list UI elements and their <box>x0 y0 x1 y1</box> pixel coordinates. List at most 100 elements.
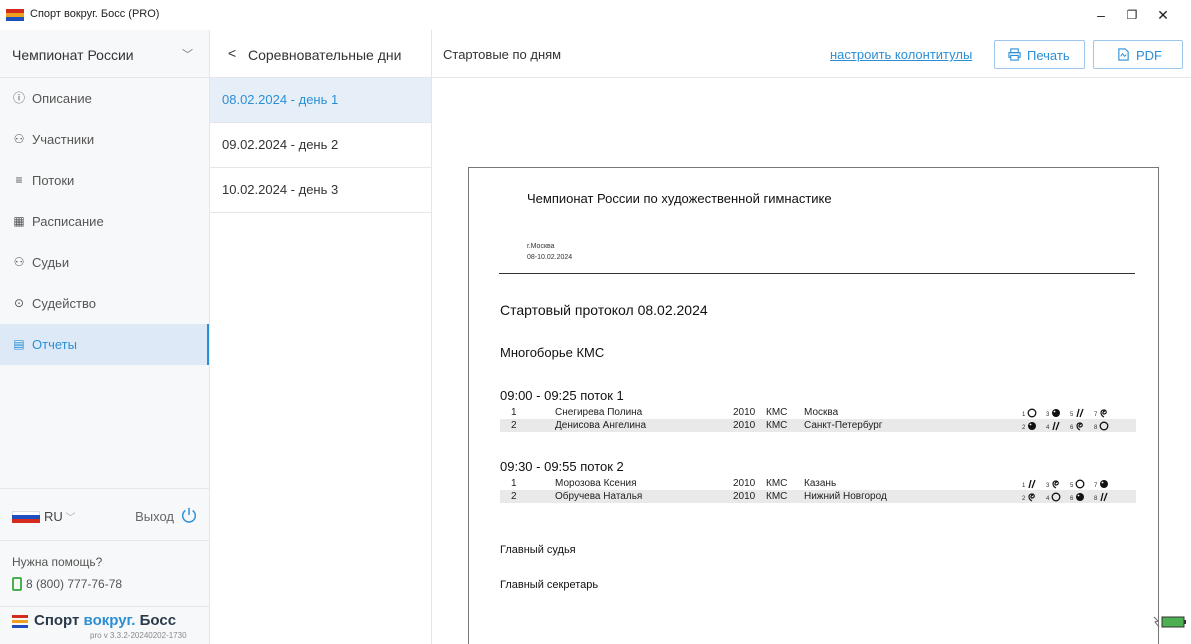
championship-label: Чемпионат России <box>12 47 134 63</box>
table-row: 2 Обручева Наталья 2010 КМС Нижний Новгород 2… <box>500 490 1136 503</box>
birth-year: 2010 <box>733 491 756 502</box>
sidebar-item[interactable]: ⊙ Судейство <box>0 283 209 324</box>
day-item[interactable]: 08.02.2024 - день 1 <box>210 78 431 123</box>
apparatus-number: 1 <box>1022 412 1026 418</box>
ball-icon <box>1028 422 1036 430</box>
ribbon-icon <box>1076 422 1083 431</box>
day-item[interactable]: 10.02.2024 - день 3 <box>210 168 431 213</box>
athlete-rank: КМС <box>766 491 788 502</box>
flow-title: 09:30 - 09:55 поток 2 <box>500 459 624 474</box>
page-title: Стартовые по дням <box>443 47 562 62</box>
language-label: RU <box>44 509 63 524</box>
row-number: 2 <box>511 491 517 502</box>
configure-headers-link[interactable]: настроить колонтитулы <box>830 47 972 62</box>
apparatus-cell: 4 <box>1046 492 1068 503</box>
document-dates: 08-10.02.2024 <box>527 254 573 261</box>
day-item[interactable]: 09.02.2024 - день 2 <box>210 123 431 168</box>
apparatus-number: 2 <box>1022 425 1026 431</box>
birth-year: 2010 <box>733 420 756 431</box>
minimize-button[interactable]: – <box>1086 4 1116 26</box>
apparatus-cell: 6 <box>1070 421 1092 432</box>
apparatus-number: 5 <box>1070 483 1074 489</box>
ribbon-icon <box>1028 493 1035 502</box>
help-phone[interactable]: 8 (800) 777-76-78 <box>26 577 122 591</box>
pdf-button[interactable]: PDF <box>1093 40 1183 69</box>
power-icon[interactable] <box>180 506 198 524</box>
list-icon: ≡ <box>15 173 23 187</box>
day-label: 09.02.2024 - день 2 <box>222 137 339 152</box>
russia-flag-icon <box>12 511 40 523</box>
pdf-file-icon <box>1118 48 1129 61</box>
sidebar-item[interactable]: ⚇ Судьи <box>0 242 209 283</box>
apparatus-cell: 8 <box>1094 492 1116 503</box>
window-title: Спорт вокруг. Босс (PRO) <box>30 8 160 20</box>
protocol-title: Стартовый протокол 08.02.2024 <box>500 302 708 318</box>
hoop-icon <box>1099 421 1109 431</box>
phone-icon <box>12 577 22 591</box>
athlete-city: Казань <box>804 478 837 489</box>
apparatus-cell: 7 <box>1094 408 1116 419</box>
info-icon: ⓘ <box>12 91 25 105</box>
apparatus-order: 1 3 5 7 <box>1022 478 1126 489</box>
apparatus-number: 3 <box>1046 412 1050 418</box>
sidebar-item[interactable]: ≡ Потоки <box>0 160 209 201</box>
sidebar-item-label: Судьи <box>32 255 70 270</box>
apparatus-cell: 4 <box>1046 421 1068 432</box>
sidebar-item-label: Потоки <box>32 173 75 188</box>
sidebar-item[interactable]: ⓘ Описание <box>0 78 209 119</box>
clubs-icon <box>1052 421 1060 431</box>
ribbon-icon <box>1052 480 1059 489</box>
sidebar-nav: ⓘ Описание ⚇ Участники ≡ Потоки ▦ Расписание ⚇ Су… <box>0 78 209 365</box>
judges-icon: ⚇ <box>13 255 25 269</box>
help-section: Нужна помощь? 8 (800) 777-76-78 <box>0 540 210 606</box>
apparatus-cell: 8 <box>1094 421 1116 432</box>
ball-icon <box>1052 409 1060 417</box>
day-label: 08.02.2024 - день 1 <box>222 92 339 107</box>
close-button[interactable]: ✕ <box>1148 4 1178 26</box>
apparatus-order: 1 3 5 7 <box>1022 407 1126 418</box>
app-logo-icon <box>6 9 24 21</box>
sidebar-item[interactable]: ▤ Отчеты <box>0 324 209 365</box>
athlete-city: Нижний Новгород <box>804 491 887 502</box>
athlete-name: Денисова Ангелина <box>555 420 647 431</box>
hoop-icon <box>1075 479 1085 489</box>
calendar-icon: ▦ <box>13 214 25 228</box>
hoop-icon <box>1051 492 1061 502</box>
language-select[interactable]: RU ﹀ <box>44 509 76 524</box>
table-row: 2 Денисова Ангелина 2010 КМС Санкт-Петербург… <box>500 419 1136 432</box>
apparatus-cell: 6 <box>1070 492 1092 503</box>
apparatus-number: 3 <box>1046 483 1050 489</box>
apparatus-number: 1 <box>1022 483 1026 489</box>
sidebar-item[interactable]: ⚇ Участники <box>0 119 209 160</box>
main-header: Стартовые по дням настроить колонтитулы … <box>432 30 1191 78</box>
people-icon: ⚇ <box>13 132 25 146</box>
clubs-icon <box>1100 492 1108 502</box>
apparatus-number: 7 <box>1094 483 1098 489</box>
athlete-rank: КМС <box>766 407 788 418</box>
apparatus-cell: 2 <box>1022 492 1044 503</box>
print-button[interactable]: Печать <box>994 40 1085 69</box>
sidebar-item[interactable]: ▦ Расписание <box>0 201 209 242</box>
printer-icon <box>1008 48 1021 61</box>
apparatus-number: 7 <box>1094 412 1098 418</box>
report-icon: ▤ <box>13 337 25 351</box>
window-titlebar: Спорт вокруг. Босс (PRO) – ❐ ✕ <box>0 0 1191 30</box>
restore-button[interactable]: ❐ <box>1117 4 1147 26</box>
apparatus-number: 6 <box>1070 425 1074 431</box>
table-row: 1 Снегирева Полина 2010 КМС Москва 1 3 5 7 <box>500 406 1136 419</box>
birth-year: 2010 <box>733 407 756 418</box>
clubs-icon <box>1076 408 1084 418</box>
back-chevron-icon[interactable]: < <box>228 45 236 61</box>
sidebar: Чемпионат России ﹀ ⓘ Описание ⚇ Участники ≡ П… <box>0 30 210 644</box>
clubs-icon <box>1028 479 1036 489</box>
flow-title: 09:00 - 09:25 поток 1 <box>500 388 624 403</box>
logout-button[interactable]: Выход <box>135 509 174 524</box>
championship-select[interactable]: Чемпионат России ﹀ <box>0 30 209 78</box>
ball-icon <box>1076 493 1084 501</box>
athlete-city: Санкт-Петербург <box>804 420 883 431</box>
header-divider <box>499 273 1135 274</box>
days-header[interactable]: < Соревновательные дни <box>210 30 431 78</box>
main-area: Стартовые по дням настроить колонтитулы … <box>432 30 1191 644</box>
print-label: Печать <box>1027 48 1070 63</box>
brand-name: Спорт вокруг. Босс <box>34 612 177 629</box>
